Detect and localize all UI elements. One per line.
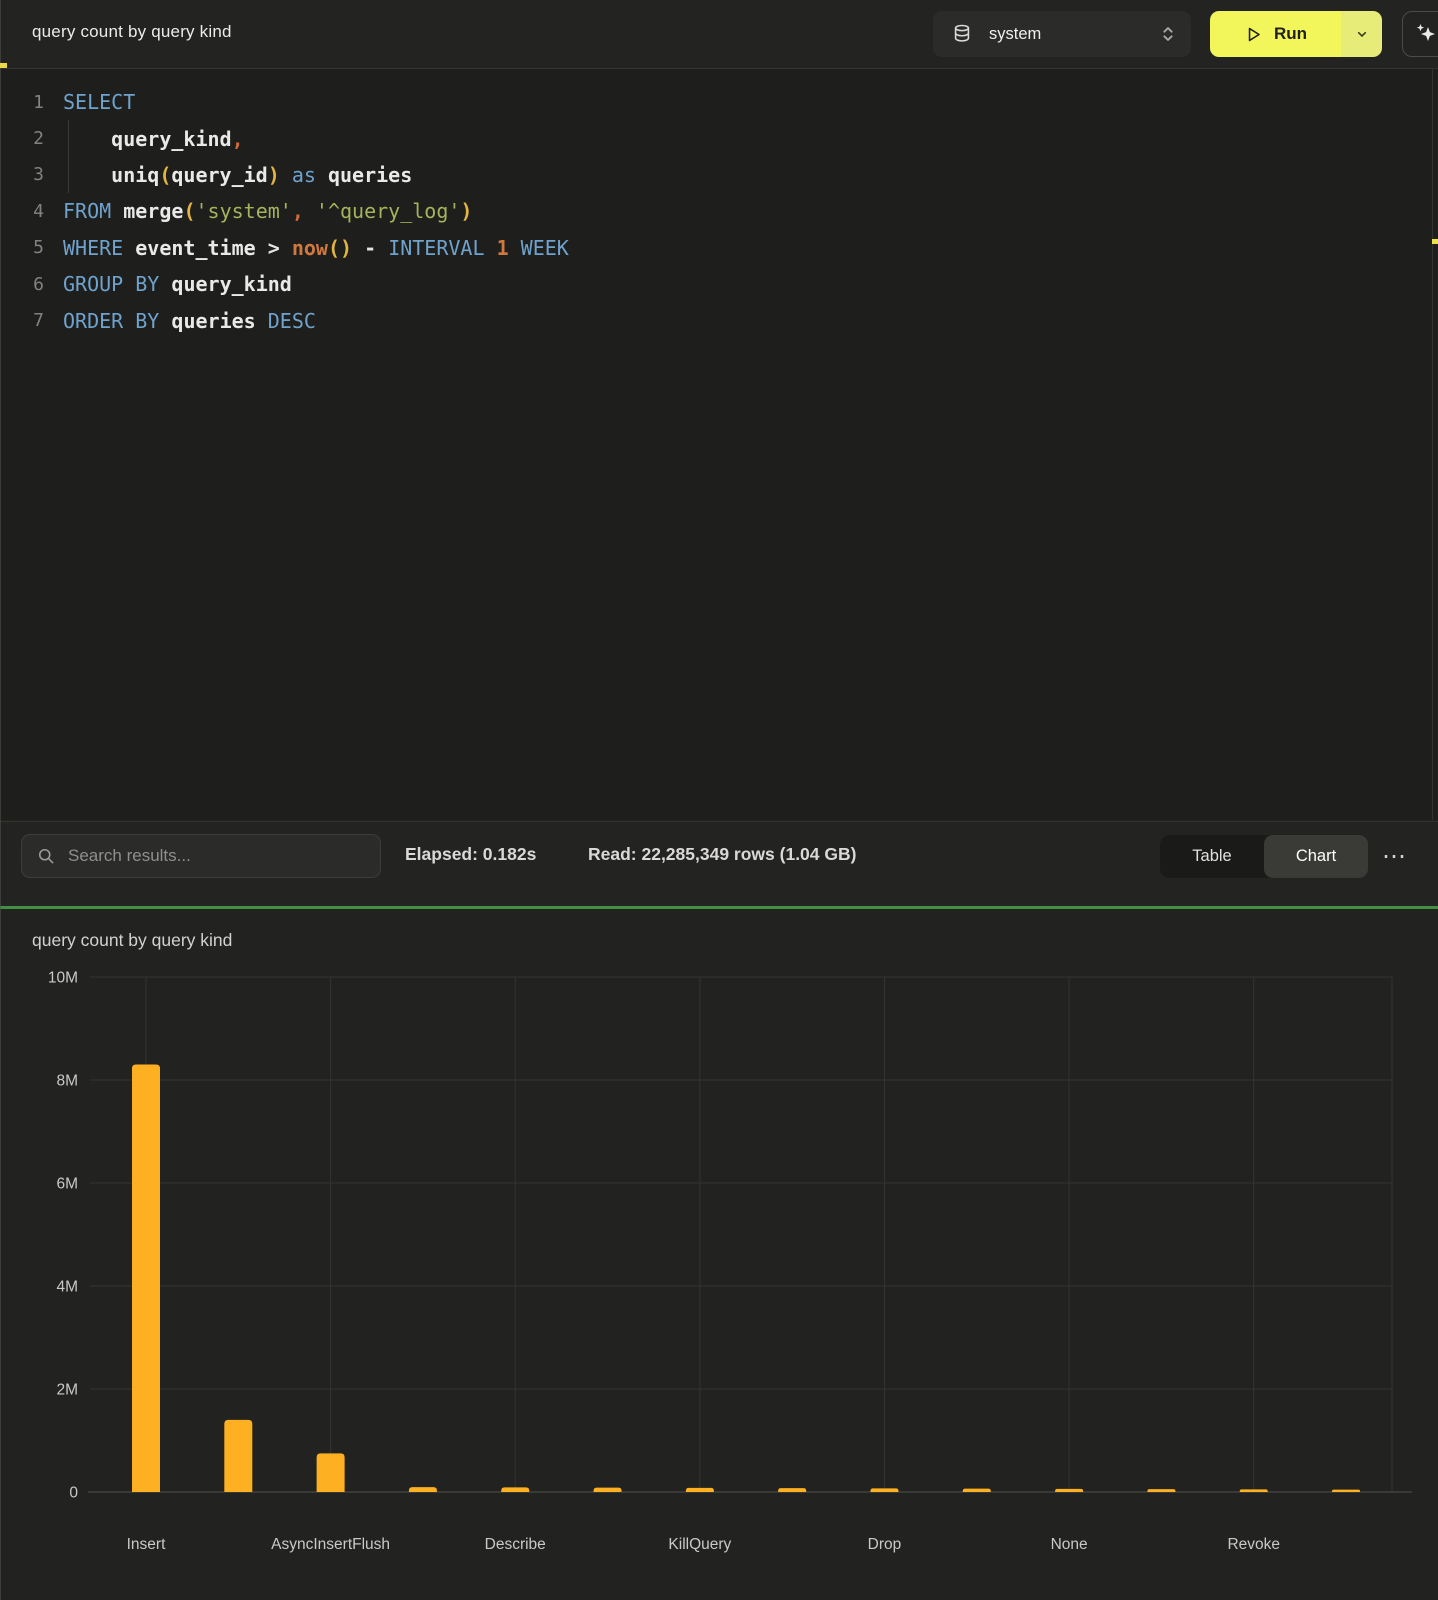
line-number: 4 [0,201,44,222]
results-toolbar: Elapsed: 0.182s Read: 22,285,349 rows (1… [0,821,1438,906]
panel-resize-divider[interactable] [0,906,1438,909]
svg-text:6M: 6M [56,1176,78,1193]
toggle-table[interactable]: Table [1160,835,1264,878]
svg-text:Insert: Insert [127,1536,166,1553]
svg-text:2M: 2M [56,1382,78,1399]
svg-text:0: 0 [69,1485,78,1502]
bar-chart: 0 2M 4M 6M 8M 10M Insert AsyncInsertFlush Descri… [0,909,1438,1600]
window-left-border [0,0,1,1600]
chart-title: query count by query kind [32,930,232,951]
code-line[interactable]: 5WHERE event_time > now() - INTERVAL 1 W… [0,230,1438,266]
ai-assist-button[interactable] [1402,11,1438,57]
toolbar-divider [0,68,1438,69]
chevron-down-icon [1354,26,1370,42]
line-number: 2 [0,128,44,149]
editor-scrollbar-marker [1432,239,1438,244]
elapsed-stat: Elapsed: 0.182s [405,844,536,865]
svg-text:8M: 8M [56,1073,78,1090]
database-icon [951,23,973,45]
search-results-input[interactable] [66,845,356,867]
chart-panel: 0 2M 4M 6M 8M 10M Insert AsyncInsertFlush Descri… [0,909,1438,1600]
code-line[interactable]: 3 uniq(query_id) as queries [0,157,1438,193]
search-icon [36,846,56,866]
toggle-chart[interactable]: Chart [1264,835,1368,878]
editor-scrollbar-track[interactable] [1432,69,1433,820]
run-button-label: Run [1274,24,1307,44]
run-button[interactable]: Run [1210,11,1382,57]
svg-text:10M: 10M [48,970,78,987]
run-button-main[interactable]: Run [1210,11,1341,57]
sql-editor-lines[interactable]: 1SELECT2 query_kind,3 uniq(query_id) as … [0,69,1438,339]
line-number: 5 [0,237,44,258]
code-line[interactable]: 7ORDER BY queries DESC [0,302,1438,338]
svg-text:Drop: Drop [868,1536,902,1553]
run-options-caret[interactable] [1341,11,1382,57]
line-number: 6 [0,274,44,295]
database-selector-value: system [989,25,1041,44]
line-number: 3 [0,164,44,185]
svg-text:4M: 4M [56,1279,78,1296]
chevron-updown-icon [1157,23,1179,45]
query-toolbar: query count by query kind system Run [0,0,1438,68]
svg-text:Revoke: Revoke [1227,1536,1280,1553]
more-options-icon[interactable]: ⋯ [1382,835,1407,878]
svg-text:AsyncInsertFlush: AsyncInsertFlush [271,1536,390,1553]
code-line[interactable]: 4FROM merge('system', '^query_log') [0,193,1438,229]
search-results-box[interactable] [21,834,381,878]
play-icon [1244,25,1263,44]
code-line[interactable]: 2 query_kind, [0,120,1438,156]
indent-guide [68,120,69,193]
line-number: 7 [0,310,44,331]
code-line[interactable]: 1SELECT [0,84,1438,120]
query-tab-title: query count by query kind [32,22,232,42]
line-number: 1 [0,92,44,113]
svg-text:Describe: Describe [485,1536,546,1553]
sparkles-icon [1413,21,1438,47]
svg-text:None: None [1051,1536,1088,1553]
read-rows-stat: Read: 22,285,349 rows (1.04 GB) [588,844,856,865]
database-selector[interactable]: system [933,11,1191,57]
code-line[interactable]: 6GROUP BY query_kind [0,266,1438,302]
svg-text:KillQuery: KillQuery [668,1536,731,1553]
left-edge-marker [0,63,7,68]
sql-editor[interactable]: 1SELECT2 query_kind,3 uniq(query_id) as … [0,69,1438,820]
results-view-toggle: Table Chart [1160,835,1368,878]
